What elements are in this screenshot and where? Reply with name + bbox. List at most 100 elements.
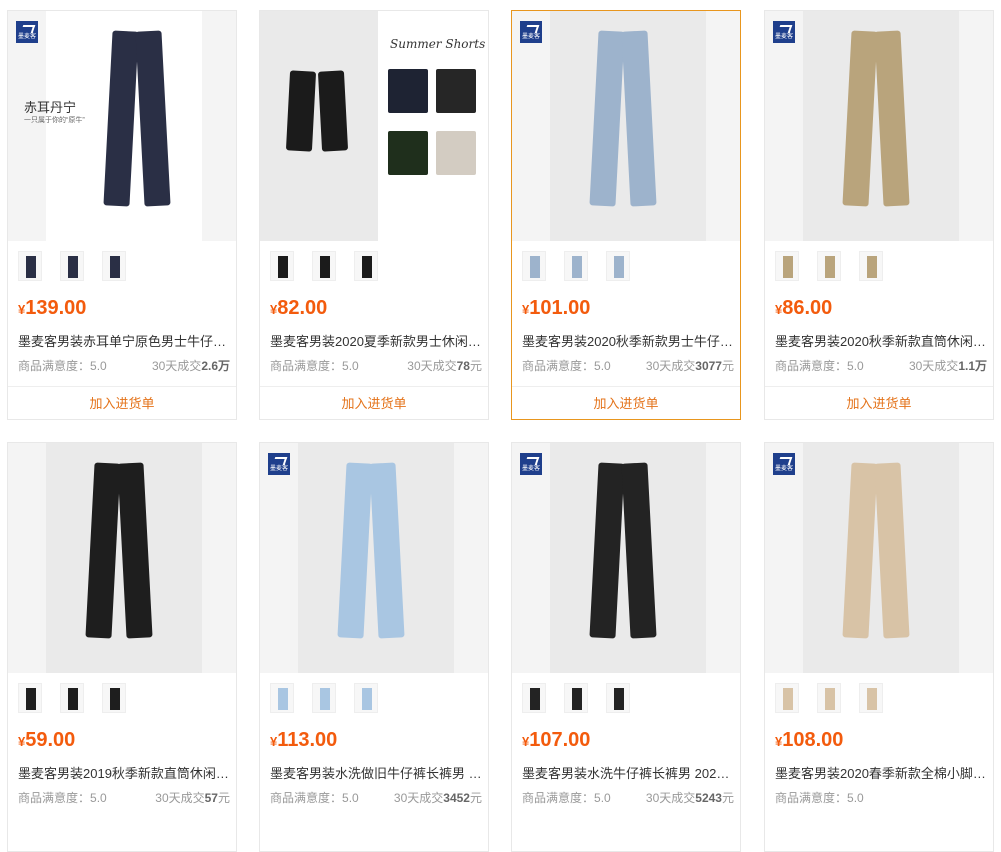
product-photo[interactable]: 墨麦客 — [260, 443, 488, 673]
product-card[interactable]: 墨麦客 ¥108.00 墨麦客男装2020春季新款全棉小脚牛... 商品满意度：5.0 — [764, 442, 994, 852]
thumbnail[interactable] — [312, 683, 336, 713]
sales-info: 30天成交3077元 — [646, 357, 734, 374]
thumbnail[interactable] — [18, 683, 42, 713]
thumbnail[interactable] — [312, 251, 336, 281]
shorts-swatch — [388, 131, 428, 175]
product-meta: 商品满意度：5.0 30天成交3452元 — [270, 789, 482, 806]
product-card[interactable]: Summer Shorts ¥82.00 墨麦客男装2020夏季新款男士休闲裤...… — [259, 10, 489, 420]
satisfaction-label: 商品满意度： — [270, 791, 343, 805]
sales-value: 2.6万 — [201, 359, 230, 373]
add-to-purchase-list-button[interactable]: 加入进货单 — [8, 386, 236, 421]
thumbnail[interactable] — [270, 683, 294, 713]
thumbnail[interactable] — [522, 251, 546, 281]
price-value: 59.00 — [25, 729, 76, 751]
product-photo[interactable]: Summer Shorts — [260, 11, 488, 241]
satisfaction-value: 5.0 — [342, 359, 359, 373]
thumbnail-row — [18, 251, 126, 281]
shorts-swatch — [436, 131, 476, 175]
add-to-purchase-list-button[interactable]: 加入进货单 — [765, 386, 993, 421]
satisfaction-value: 5.0 — [90, 359, 107, 373]
thumbnail-pant-icon — [572, 688, 582, 710]
price-value: 113.00 — [277, 729, 338, 751]
product-card[interactable]: 赤耳丹宁 一只属于你的“原牛” 墨麦客 ¥139.00 墨麦客男装赤耳单宁原色男士牛仔裤… — [7, 10, 237, 420]
thumbnail-row — [775, 251, 883, 281]
thumbnail-pant-icon — [68, 256, 78, 278]
thumbnail[interactable] — [60, 683, 84, 713]
product-card[interactable]: 墨麦客 ¥113.00 墨麦客男装水洗做旧牛仔裤长裤男 20... 商品满意度：5.0… — [259, 442, 489, 852]
sales-prefix: 30天成交 — [407, 359, 457, 373]
thumbnail-pant-icon — [362, 256, 372, 278]
sales-value: 57 — [204, 791, 218, 805]
satisfaction-value: 5.0 — [847, 791, 864, 805]
product-title-link[interactable]: 墨麦客男装赤耳单宁原色男士牛仔裤 ... — [18, 331, 230, 350]
thumbnail-pant-icon — [530, 688, 540, 710]
product-price: ¥108.00 — [775, 729, 843, 752]
thumbnail[interactable] — [775, 683, 799, 713]
thumbnail[interactable] — [18, 251, 42, 281]
sales-info: 30天成交2.6万 — [152, 357, 230, 374]
product-title-link[interactable]: 墨麦客男装2020秋季新款直筒休闲裤... — [775, 331, 987, 350]
thumbnail-pant-icon — [614, 256, 624, 278]
satisfaction-value: 5.0 — [594, 359, 611, 373]
thumbnail-pant-icon — [320, 688, 330, 710]
product-photo[interactable]: 墨麦客 — [512, 11, 740, 241]
product-price: ¥107.00 — [522, 729, 590, 752]
sales-prefix: 30天成交 — [393, 791, 444, 805]
sales-prefix: 30天成交 — [908, 359, 959, 373]
product-meta: 商品满意度：5.0 30天成交78元 — [270, 357, 482, 374]
thumbnail[interactable] — [270, 251, 294, 281]
satisfaction-label: 商品满意度： — [775, 791, 848, 805]
thumbnail[interactable] — [817, 251, 841, 281]
thumbnail-pant-icon — [278, 688, 288, 710]
thumbnail[interactable] — [606, 251, 630, 281]
thumbnail-pant-icon — [867, 256, 877, 278]
brand-logo-icon: 墨麦客 — [268, 453, 290, 475]
pant-leg-right — [317, 70, 349, 152]
product-meta: 商品满意度：5.0 30天成交2.6万 — [18, 357, 230, 374]
sales-info: 30天成交78元 — [407, 357, 482, 374]
product-photo[interactable]: 赤耳丹宁 一只属于你的“原牛” 墨麦客 — [8, 11, 236, 241]
product-title-link[interactable]: 墨麦客男装2020秋季新款男士牛仔裤 ... — [522, 331, 734, 350]
satisfaction-value: 5.0 — [847, 359, 864, 373]
thumbnail-pant-icon — [825, 256, 835, 278]
product-title-link[interactable]: 墨麦客男装水洗做旧牛仔裤长裤男 20... — [270, 763, 482, 782]
thumbnail-row — [522, 683, 630, 713]
product-title-link[interactable]: 墨麦客男装2019秋季新款直筒休闲裤... — [18, 763, 230, 782]
product-photo[interactable] — [8, 443, 236, 673]
product-photo[interactable]: 墨麦客 — [512, 443, 740, 673]
add-to-purchase-list-button[interactable]: 加入进货单 — [512, 386, 740, 421]
thumbnail[interactable] — [564, 251, 588, 281]
thumbnail-pant-icon — [320, 256, 330, 278]
thumbnail[interactable] — [102, 251, 126, 281]
thumbnail[interactable] — [102, 683, 126, 713]
product-card[interactable]: 墨麦客 ¥86.00 墨麦客男装2020秋季新款直筒休闲裤... 商品满意度：5.0 3… — [764, 10, 994, 420]
thumbnail[interactable] — [564, 683, 588, 713]
product-title-link[interactable]: 墨麦客男装水洗牛仔裤长裤男 2020年... — [522, 763, 734, 782]
thumbnail[interactable] — [817, 683, 841, 713]
product-photo[interactable]: 墨麦客 — [765, 443, 993, 673]
sales-value: 1.1万 — [958, 359, 987, 373]
product-title-link[interactable]: 墨麦客男装2020夏季新款男士休闲裤... — [270, 331, 482, 350]
sales-value: 3077 — [695, 359, 722, 373]
sales-suffix: 元 — [469, 791, 482, 805]
thumbnail[interactable] — [354, 683, 378, 713]
product-photo[interactable]: 墨麦客 — [765, 11, 993, 241]
thumbnail[interactable] — [606, 683, 630, 713]
brand-logo-icon: 墨麦客 — [16, 21, 38, 43]
thumbnail[interactable] — [354, 251, 378, 281]
product-price: ¥82.00 — [270, 297, 327, 320]
add-to-purchase-list-button[interactable]: 加入进货单 — [260, 386, 488, 421]
photo-background — [260, 11, 378, 241]
thumbnail[interactable] — [522, 683, 546, 713]
product-price: ¥139.00 — [18, 297, 86, 320]
product-card[interactable]: 墨麦客 ¥107.00 墨麦客男装水洗牛仔裤长裤男 2020年... 商品满意度：5.… — [511, 442, 741, 852]
product-card[interactable]: ¥59.00 墨麦客男装2019秋季新款直筒休闲裤... 商品满意度：5.0 30天成… — [7, 442, 237, 852]
thumbnail-pant-icon — [26, 688, 36, 710]
product-card[interactable]: 墨麦客 ¥101.00 墨麦客男装2020秋季新款男士牛仔裤 ... 商品满意度：5.… — [511, 10, 741, 420]
thumbnail[interactable] — [859, 251, 883, 281]
product-title-link[interactable]: 墨麦客男装2020春季新款全棉小脚牛... — [775, 763, 987, 782]
thumbnail[interactable] — [859, 683, 883, 713]
thumbnail[interactable] — [775, 251, 799, 281]
thumbnail[interactable] — [60, 251, 84, 281]
sales-suffix: 元 — [721, 791, 734, 805]
